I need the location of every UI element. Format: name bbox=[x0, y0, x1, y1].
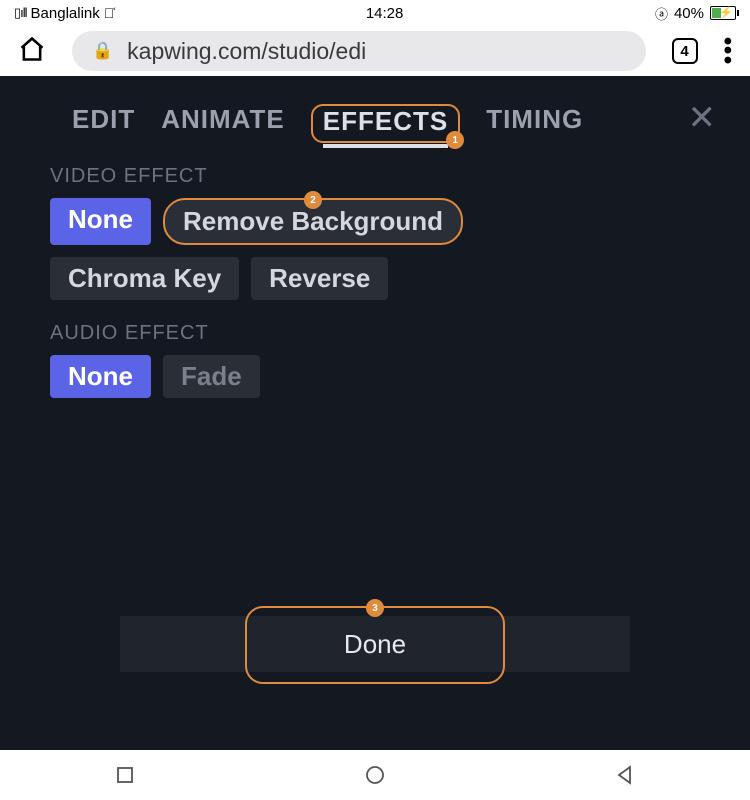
menu-icon[interactable]: ••• bbox=[724, 37, 732, 66]
url-bar[interactable]: 🔒 kapwing.com/studio/edi bbox=[72, 31, 646, 71]
tab-effects[interactable]: EFFECTS bbox=[323, 106, 448, 148]
badge-3: 3 bbox=[366, 599, 384, 617]
video-effect-none[interactable]: None bbox=[50, 198, 151, 245]
notification-icon: ⓐ bbox=[655, 4, 668, 23]
video-effect-row: None Remove Background 2 bbox=[0, 198, 750, 245]
video-effect-chroma[interactable]: Chroma Key bbox=[50, 257, 239, 300]
tab-row: EDIT ANIMATE EFFECTS 1 TIMING ✕ bbox=[0, 104, 750, 143]
video-effect-remove-bg[interactable]: Remove Background 2 bbox=[163, 198, 463, 245]
wifi-icon: ◉᷾ bbox=[104, 5, 115, 21]
audio-effect-fade[interactable]: Fade bbox=[163, 355, 260, 398]
tab-count: 4 bbox=[680, 43, 688, 60]
video-effect-label: VIDEO EFFECT bbox=[0, 143, 750, 198]
status-time: 14:28 bbox=[366, 5, 404, 22]
audio-effect-row: None Fade bbox=[0, 355, 750, 398]
tab-timing[interactable]: TIMING bbox=[486, 104, 583, 143]
annotation-done: 3 bbox=[245, 606, 505, 684]
status-right: ⓐ 40% ⚡ bbox=[655, 4, 736, 23]
badge-2: 2 bbox=[304, 191, 322, 209]
video-effect-reverse[interactable]: Reverse bbox=[251, 257, 388, 300]
home-nav-icon[interactable] bbox=[363, 763, 387, 787]
tabs-button[interactable]: 4 bbox=[672, 38, 698, 64]
back-icon[interactable] bbox=[613, 763, 637, 787]
status-left: ▯ıll Banglalink ◉᷾ bbox=[14, 5, 114, 22]
tab-animate[interactable]: ANIMATE bbox=[161, 104, 285, 143]
audio-effect-none[interactable]: None bbox=[50, 355, 151, 398]
audio-effect-label: AUDIO EFFECT bbox=[0, 300, 750, 355]
url-text: kapwing.com/studio/edi bbox=[127, 38, 366, 65]
video-effect-row-2: Chroma Key Reverse bbox=[0, 257, 750, 300]
signal-icon: ▯ıll bbox=[14, 5, 27, 21]
close-icon[interactable]: ✕ bbox=[688, 98, 717, 138]
app-content: EDIT ANIMATE EFFECTS 1 TIMING ✕ VIDEO EF… bbox=[0, 76, 750, 750]
android-nav-bar bbox=[0, 750, 750, 800]
browser-bar: 🔒 kapwing.com/studio/edi 4 ••• bbox=[0, 26, 750, 76]
recents-icon[interactable] bbox=[113, 763, 137, 787]
tab-edit[interactable]: EDIT bbox=[72, 104, 135, 143]
battery-icon: ⚡ bbox=[710, 6, 736, 20]
remove-bg-label: Remove Background bbox=[183, 206, 443, 236]
carrier-label: Banglalink bbox=[31, 5, 100, 22]
home-icon[interactable] bbox=[18, 35, 46, 68]
battery-percent: 40% bbox=[674, 5, 704, 22]
annotation-effects: EFFECTS 1 bbox=[311, 104, 460, 143]
lock-icon: 🔒 bbox=[92, 41, 113, 61]
status-bar: ▯ıll Banglalink ◉᷾ 14:28 ⓐ 40% ⚡ bbox=[0, 0, 750, 26]
